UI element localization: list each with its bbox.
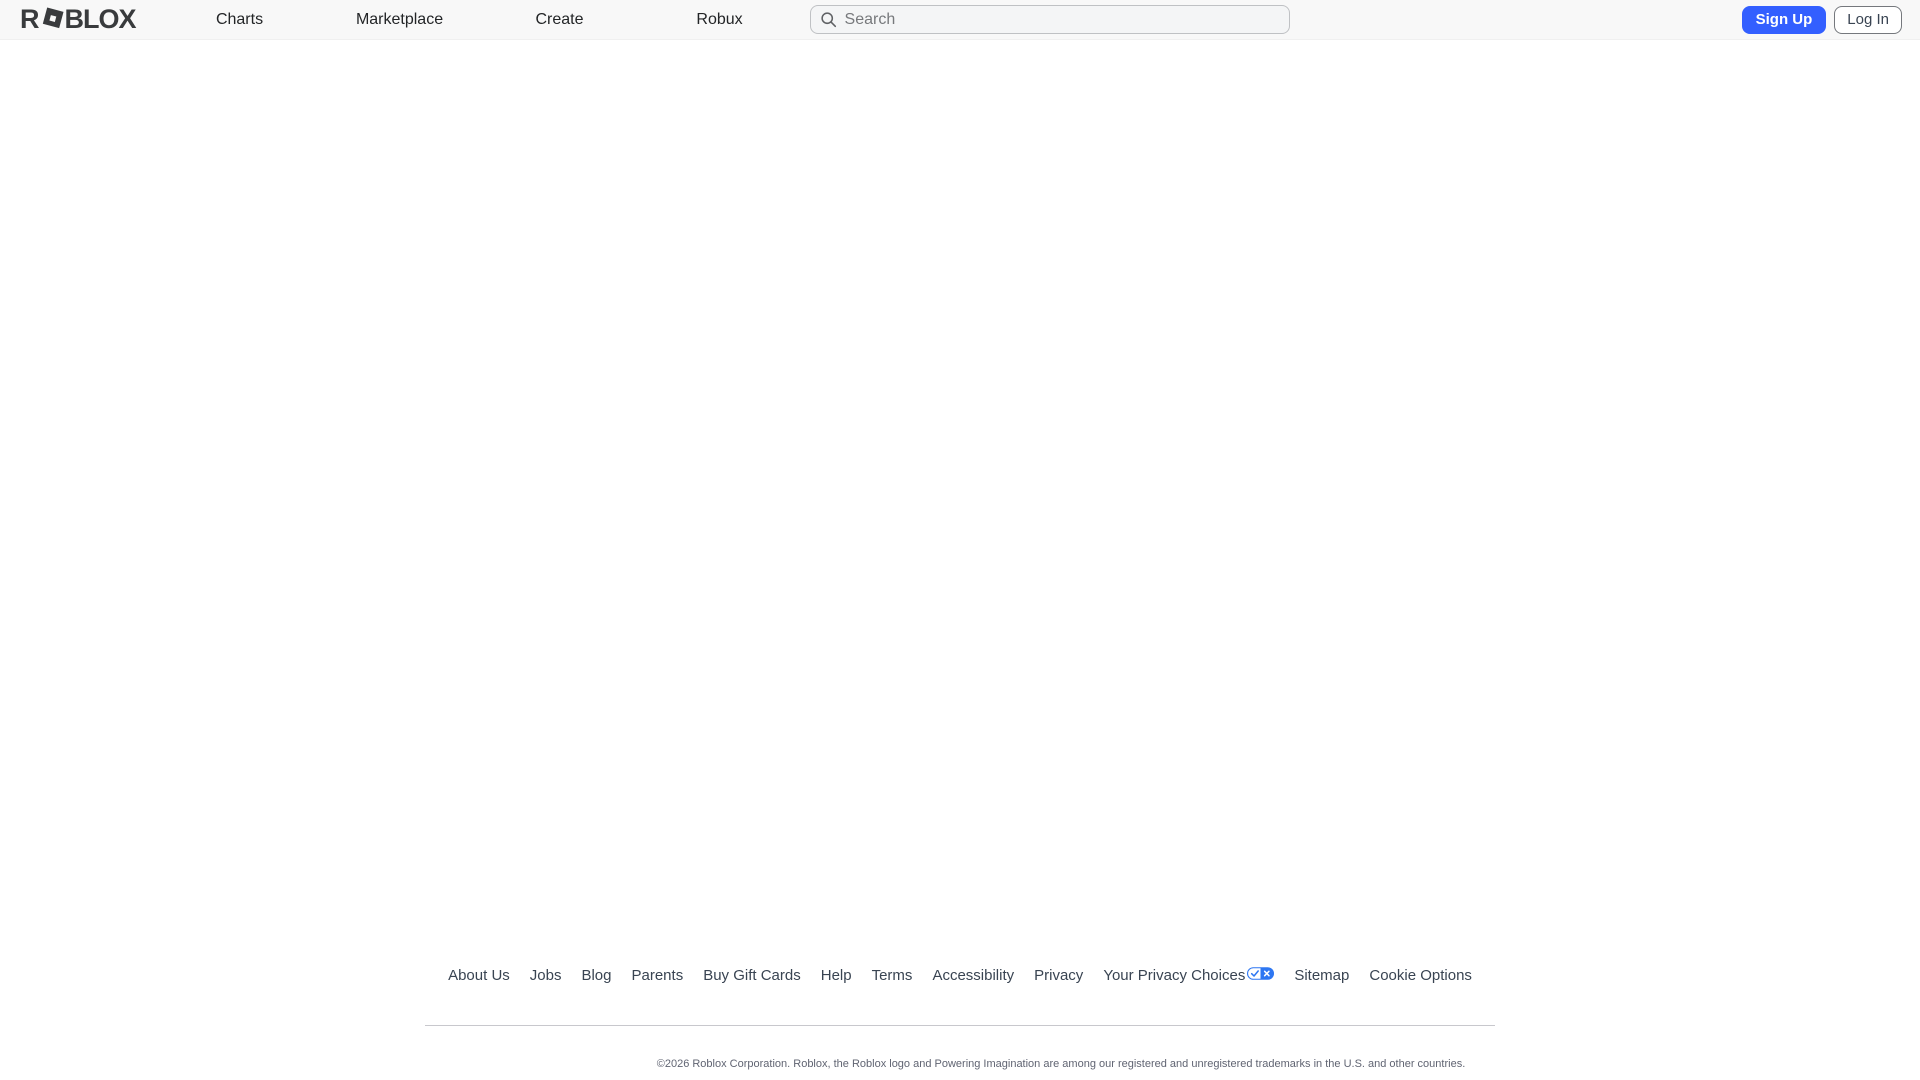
- page: R BLOX Charts Marketplace Create Robux: [0, 0, 1920, 1080]
- main-content-area: [0, 40, 1920, 965]
- footer-link-your-privacy-choices[interactable]: Your Privacy Choices: [1103, 967, 1274, 984]
- search-bar: [810, 5, 1290, 34]
- footer-links: About Us Jobs Blog Parents Buy Gift Card…: [0, 965, 1920, 985]
- footer-divider: [425, 1025, 1495, 1026]
- roblox-logo-text-suffix: BLOX: [65, 6, 136, 33]
- copyright-text: ©2026 Roblox Corporation. Roblox, the Ro…: [657, 1058, 1466, 1070]
- nav-item-charts[interactable]: Charts: [160, 0, 320, 40]
- copyright-row: ©2026 Roblox Corporation. Roblox, the Ro…: [101, 1054, 1920, 1072]
- roblox-logo-text-prefix: R: [20, 6, 39, 33]
- nav-item-create[interactable]: Create: [480, 0, 640, 40]
- footer-link-help[interactable]: Help: [821, 967, 852, 984]
- roblox-logo[interactable]: R BLOX: [20, 5, 136, 35]
- footer-link-jobs[interactable]: Jobs: [530, 967, 562, 984]
- search-input[interactable]: [810, 5, 1290, 34]
- top-navbar: R BLOX Charts Marketplace Create Robux: [0, 0, 1920, 40]
- roblox-tilted-square-icon: [41, 7, 64, 35]
- nav-item-marketplace[interactable]: Marketplace: [320, 0, 480, 40]
- your-privacy-choices-label: Your Privacy Choices: [1103, 967, 1245, 984]
- footer-link-buy-gift-cards[interactable]: Buy Gift Cards: [703, 967, 801, 984]
- log-in-button[interactable]: Log In: [1834, 6, 1902, 34]
- footer-link-parents[interactable]: Parents: [632, 967, 684, 984]
- footer-link-sitemap[interactable]: Sitemap: [1294, 967, 1349, 984]
- sign-up-button[interactable]: Sign Up: [1742, 6, 1827, 34]
- main-nav: Charts Marketplace Create Robux: [160, 0, 800, 40]
- nav-item-robux[interactable]: Robux: [640, 0, 800, 40]
- footer-link-privacy[interactable]: Privacy: [1034, 967, 1083, 984]
- footer-link-about-us[interactable]: About Us: [448, 967, 510, 984]
- privacy-choices-icon: [1247, 967, 1274, 984]
- footer-link-terms[interactable]: Terms: [872, 967, 913, 984]
- footer-link-blog[interactable]: Blog: [581, 967, 611, 984]
- footer: About Us Jobs Blog Parents Buy Gift Card…: [0, 965, 1920, 1080]
- footer-link-accessibility[interactable]: Accessibility: [932, 967, 1014, 984]
- footer-link-cookie-options[interactable]: Cookie Options: [1369, 967, 1472, 984]
